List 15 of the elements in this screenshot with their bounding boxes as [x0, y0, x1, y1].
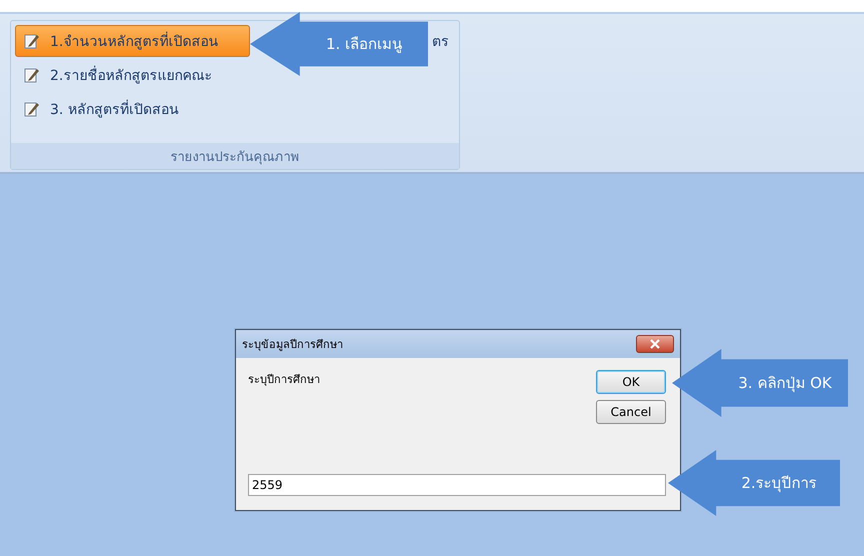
ribbon-menu-item[interactable]: 3. หลักสูตรที่เปิดสอน	[15, 93, 250, 125]
edit-document-icon	[24, 101, 40, 117]
ribbon-menu-item[interactable]: ตร	[432, 25, 455, 57]
close-icon	[650, 339, 660, 349]
input-field[interactable]: 2559	[248, 474, 666, 496]
ribbon-menu-item[interactable]: 2.รายชื่อหลักสูตรแยกคณะ	[15, 59, 250, 91]
group-title: รายงานประกันคุณภาพ	[11, 143, 459, 169]
dialog-title: ระบุข้อมูลปีการศึกษา	[242, 337, 343, 353]
dialog-button[interactable]: OK	[596, 370, 666, 394]
edit-document-icon	[24, 67, 40, 83]
ribbon-menu-item[interactable]: 1.จำนวนหลักสูตรที่เปิดสอน	[15, 25, 250, 57]
dialog-button[interactable]: Cancel	[596, 400, 666, 424]
edit-document-icon	[24, 33, 40, 49]
close-button[interactable]	[636, 335, 674, 353]
prompt-text: ระบุปีการศึกษา	[248, 372, 321, 388]
